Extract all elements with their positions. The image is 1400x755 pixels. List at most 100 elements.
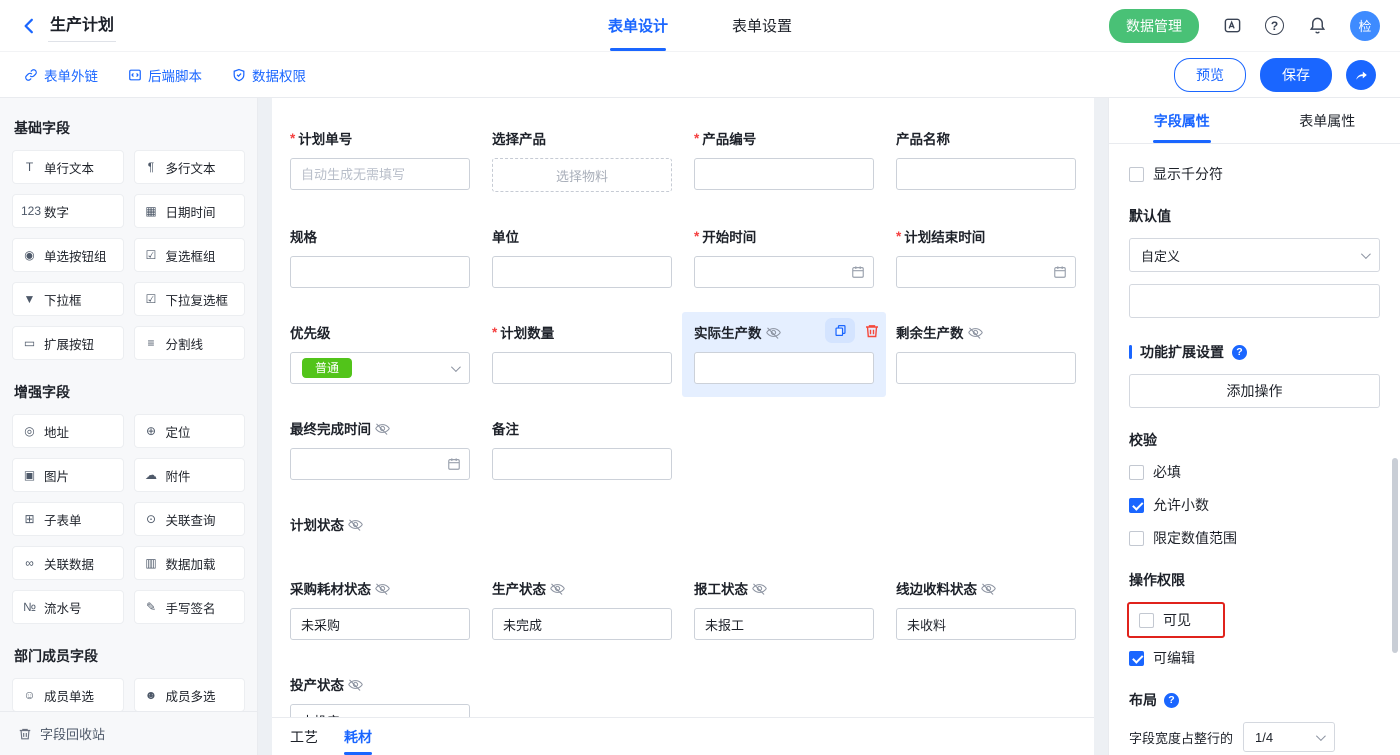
tab-process[interactable]: 工艺: [290, 718, 318, 755]
field-type-item[interactable]: ▼ 下拉框: [12, 282, 124, 316]
field-type-item[interactable]: ▭ 扩展按钮: [12, 326, 124, 360]
tab-form-design[interactable]: 表单设计: [608, 0, 668, 51]
form-field[interactable]: 产品名称: [896, 128, 1076, 192]
checkbox[interactable]: [1139, 613, 1154, 628]
checkbox[interactable]: [1129, 498, 1144, 513]
form-field[interactable]: * 产品编号: [694, 128, 874, 192]
form-field[interactable]: 剩余生产数: [896, 322, 1076, 384]
field-type-item[interactable]: ✎ 手写签名: [134, 590, 246, 624]
tab-consumables[interactable]: 耗材: [344, 718, 372, 755]
field-text-input[interactable]: [694, 158, 874, 190]
field-text-input[interactable]: [290, 158, 470, 190]
form-field[interactable]: 投产状态: [290, 674, 470, 717]
checkbox[interactable]: [1129, 465, 1144, 480]
date-input[interactable]: [290, 448, 470, 480]
field-text-input[interactable]: [492, 608, 672, 640]
form-field[interactable]: * 计划数量: [492, 322, 672, 384]
field-text-input[interactable]: [290, 608, 470, 640]
extension-help-icon[interactable]: [1232, 345, 1247, 360]
form-field[interactable]: 计划状态: [290, 514, 1076, 544]
form-field[interactable]: 优先级 普通: [290, 322, 470, 384]
date-input[interactable]: [694, 256, 874, 288]
form-external-link[interactable]: 表单外链: [24, 65, 98, 85]
field-text-input[interactable]: [492, 448, 672, 480]
delete-field-button[interactable]: [864, 323, 880, 339]
field-type-item[interactable]: № 流水号: [12, 590, 124, 624]
validation-checkbox-row[interactable]: 允许小数: [1129, 495, 1380, 515]
form-field[interactable]: 单位: [492, 226, 672, 288]
panel-scrollbar-thumb[interactable]: [1392, 458, 1398, 653]
field-type-item[interactable]: ◎ 地址: [12, 414, 124, 448]
save-button[interactable]: 保存: [1260, 58, 1332, 92]
validation-checkbox-row[interactable]: 必填: [1129, 462, 1380, 482]
form-field[interactable]: * 计划单号: [290, 128, 470, 192]
field-type-item[interactable]: ▥ 数据加载: [134, 546, 246, 580]
field-type-item[interactable]: ▦ 日期时间: [134, 194, 246, 228]
field-type-item[interactable]: ⊙ 关联查询: [134, 502, 246, 536]
field-type-item[interactable]: ≡ 分割线: [134, 326, 246, 360]
field-type-item[interactable]: ☑ 下拉复选框: [134, 282, 246, 316]
form-field[interactable]: 生产状态: [492, 578, 672, 640]
tab-field-properties[interactable]: 字段属性: [1109, 98, 1255, 143]
field-text-input[interactable]: [492, 256, 672, 288]
form-field[interactable]: 报工状态: [694, 578, 874, 640]
tab-form-settings[interactable]: 表单设置: [732, 0, 792, 51]
field-text-input[interactable]: [896, 608, 1076, 640]
thousand-separator-row[interactable]: 显示千分符: [1129, 164, 1380, 184]
field-type-item[interactable]: ◉ 单选按钮组: [12, 238, 124, 272]
bell-icon[interactable]: [1306, 15, 1328, 37]
field-text-input[interactable]: [290, 704, 470, 717]
field-recycle-bin[interactable]: 字段回收站: [0, 711, 257, 755]
thousand-separator-checkbox[interactable]: [1129, 167, 1144, 182]
field-text-input[interactable]: [694, 352, 874, 384]
permission-checkbox-row[interactable]: 可见: [1127, 602, 1225, 638]
default-value-select[interactable]: 自定义: [1129, 238, 1380, 272]
avatar[interactable]: 检: [1350, 11, 1380, 41]
add-operation-button[interactable]: 添加操作: [1129, 374, 1380, 408]
field-type-item[interactable]: ⊞ 子表单: [12, 502, 124, 536]
date-input-field[interactable]: [290, 448, 470, 480]
field-type-item[interactable]: T 单行文本: [12, 150, 124, 184]
field-width-select[interactable]: 1/4: [1243, 722, 1335, 752]
product-picker[interactable]: 选择物料: [492, 158, 672, 192]
date-input[interactable]: [896, 256, 1076, 288]
checkbox[interactable]: [1129, 651, 1144, 666]
form-field[interactable]: 采购耗材状态: [290, 578, 470, 640]
field-type-item[interactable]: ☺ 成员单选: [12, 678, 124, 711]
form-field[interactable]: 最终完成时间: [290, 418, 470, 480]
field-type-item[interactable]: ⊕ 定位: [134, 414, 246, 448]
field-type-item[interactable]: ☻ 成员多选: [134, 678, 246, 711]
field-type-item[interactable]: ▣ 图片: [12, 458, 124, 492]
field-type-item[interactable]: ☁ 附件: [134, 458, 246, 492]
date-input-field[interactable]: [896, 256, 1076, 288]
field-text-input[interactable]: [290, 256, 470, 288]
form-field[interactable]: 备注: [492, 418, 672, 480]
data-manage-button[interactable]: 数据管理: [1109, 9, 1199, 43]
field-text-input[interactable]: [492, 352, 672, 384]
form-field[interactable]: * 计划结束时间: [896, 226, 1076, 288]
field-text-input[interactable]: [896, 352, 1076, 384]
backend-script-link[interactable]: 后端脚本: [128, 65, 202, 85]
form-field[interactable]: 线边收料状态: [896, 578, 1076, 640]
field-type-item[interactable]: 123 数字: [12, 194, 124, 228]
field-type-item[interactable]: ∞ 关联数据: [12, 546, 124, 580]
form-field[interactable]: 选择产品 选择物料: [492, 128, 672, 192]
permission-checkbox-row[interactable]: 可编辑: [1129, 648, 1380, 668]
back-button[interactable]: [20, 17, 38, 35]
layout-help-icon[interactable]: [1164, 693, 1179, 708]
share-button[interactable]: [1346, 60, 1376, 90]
form-field[interactable]: 规格: [290, 226, 470, 288]
form-field[interactable]: 实际生产数: [682, 312, 886, 397]
form-field[interactable]: * 开始时间: [694, 226, 874, 288]
checkbox[interactable]: [1129, 531, 1144, 546]
preview-button[interactable]: 预览: [1174, 58, 1246, 92]
copy-field-button[interactable]: [825, 318, 855, 343]
field-type-item[interactable]: ¶ 多行文本: [134, 150, 246, 184]
default-value-input[interactable]: [1129, 284, 1380, 318]
date-input-field[interactable]: [694, 256, 874, 288]
priority-select[interactable]: 普通: [290, 352, 470, 384]
field-text-input[interactable]: [896, 158, 1076, 190]
help-icon[interactable]: [1265, 16, 1284, 35]
language-icon[interactable]: [1221, 15, 1243, 37]
field-type-item[interactable]: ☑ 复选框组: [134, 238, 246, 272]
